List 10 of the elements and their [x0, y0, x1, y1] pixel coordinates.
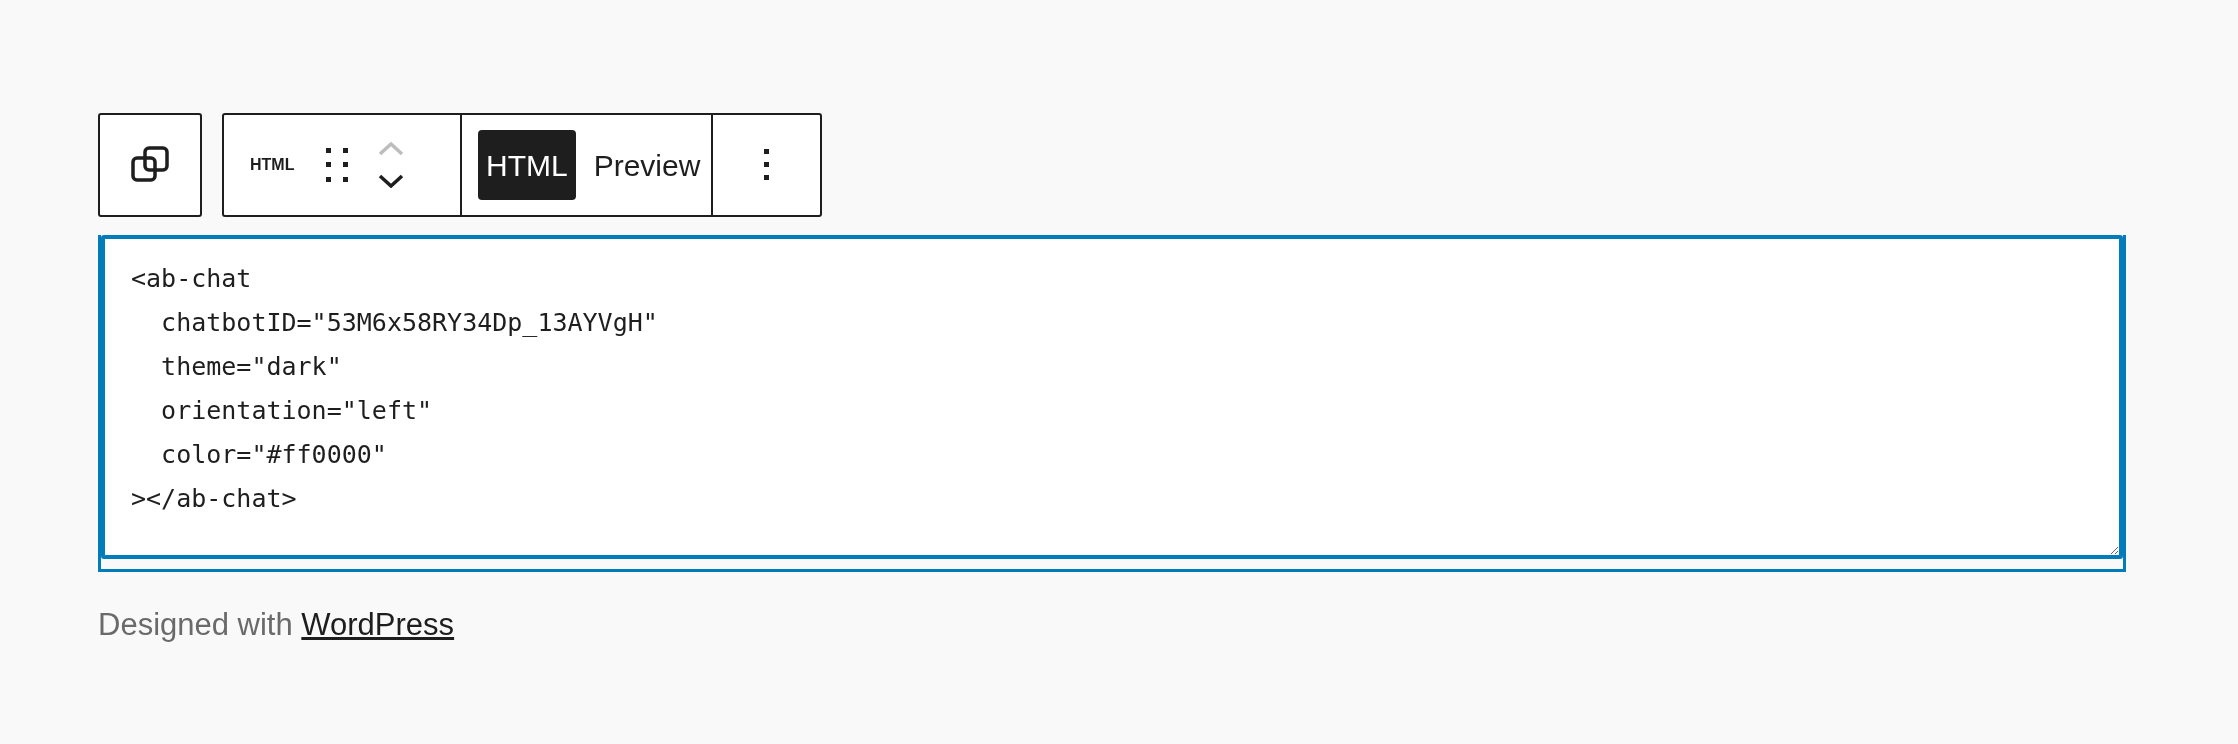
block-type-label: HTML [250, 155, 296, 175]
block-switcher-button[interactable] [98, 113, 202, 217]
drag-handle-icon[interactable] [326, 148, 348, 182]
more-options-icon[interactable] [763, 149, 770, 181]
move-down-icon[interactable] [378, 174, 404, 188]
overlapping-squares-icon [131, 146, 169, 184]
footer-text: Designed with WordPress [98, 606, 456, 644]
html-code-field[interactable]: <ab-chat chatbotID="53M6x58RY34Dp_13AYVgH" theme="dark" orientation="left" color="#ff0000" ></ab-chat> [101, 235, 2123, 559]
mode-tab[interactable]: HTML [478, 130, 576, 200]
wordpress-link[interactable]: WordPress [301, 607, 455, 642]
